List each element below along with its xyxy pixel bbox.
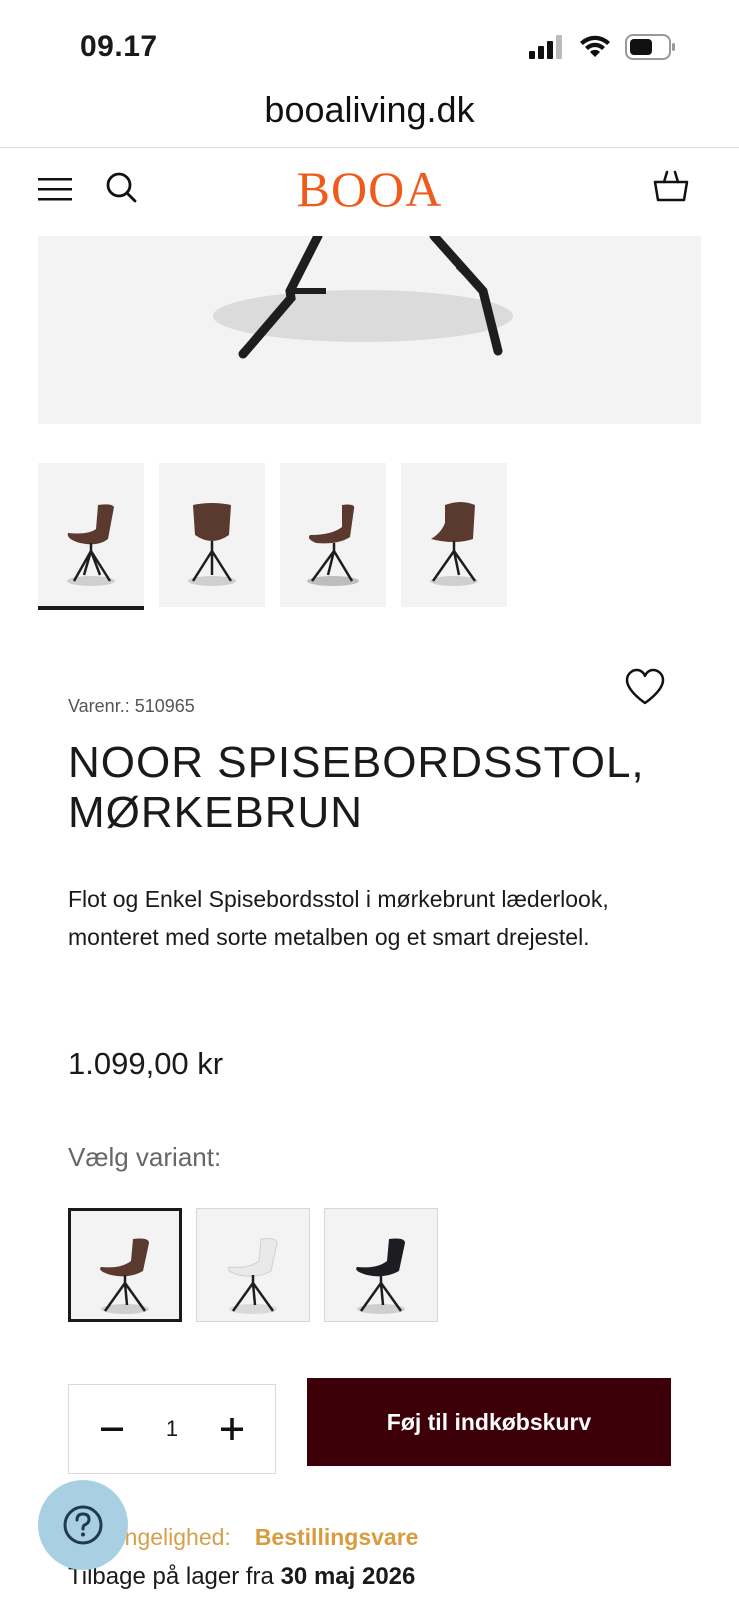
increase-quantity-button[interactable] (217, 1412, 247, 1446)
chair-legs-image (213, 236, 513, 359)
battery-icon (625, 34, 675, 60)
thumbnail-gallery (38, 463, 507, 610)
variant-selector (68, 1208, 438, 1322)
plus-icon (221, 1418, 243, 1440)
chair-icon (356, 1238, 405, 1314)
restock-date: 30 maj 2026 (280, 1563, 416, 1590)
thumbnail-4[interactable] (401, 463, 507, 607)
chair-icon (307, 504, 359, 586)
booa-logo[interactable]: BOOA (0, 160, 739, 218)
thumbnail-3[interactable] (280, 463, 386, 607)
product-description: Flot og Enkel Spisebordsstol i mørkebrun… (68, 886, 609, 950)
chair-icon (100, 1238, 149, 1314)
status-bar: 09.17 (0, 0, 739, 90)
decrease-quantity-button[interactable] (97, 1412, 127, 1446)
quantity-value[interactable]: 1 (166, 1416, 178, 1442)
product-title: NOOR SPISEBORDSSTOL, MØRKEBRUN (68, 738, 645, 837)
variant-label: Vælg variant: (68, 1142, 222, 1172)
product-price: 1.099,00 kr (68, 1046, 224, 1081)
variant-black[interactable] (324, 1208, 438, 1322)
product-sku: Varenr.: 510965 (68, 696, 195, 716)
site-header: BOOA (0, 148, 739, 234)
chair-icon (67, 504, 115, 586)
variant-dark-brown[interactable] (68, 1208, 182, 1322)
chair-icon (430, 502, 478, 586)
thumbnail-2[interactable] (159, 463, 265, 607)
status-time: 09.17 (80, 30, 158, 63)
status-icons (529, 34, 677, 60)
help-button[interactable] (38, 1480, 128, 1570)
heart-icon[interactable] (624, 668, 666, 706)
restock-info: Tilbage på lager fra 30 maj 2026 (68, 1563, 415, 1591)
chair-icon (227, 1238, 278, 1314)
variant-swatch-2 (356, 1238, 405, 1277)
availability-value: Bestillingsvare (254, 1524, 419, 1550)
restock-prefix: Tilbage på lager fra (68, 1563, 281, 1590)
add-to-cart-button[interactable]: Føj til indkøbskurv (307, 1378, 671, 1466)
variant-white[interactable] (196, 1208, 310, 1322)
variant-swatch-1 (227, 1238, 278, 1277)
wifi-icon (580, 35, 610, 57)
chair-icon (188, 503, 236, 586)
variant-swatch-0 (100, 1238, 149, 1277)
product-main-image[interactable] (38, 236, 701, 424)
thumbnail-1[interactable] (38, 463, 144, 610)
quantity-stepper: 1 (68, 1384, 276, 1474)
signal-icon (529, 35, 562, 59)
minus-icon (101, 1427, 123, 1431)
basket-icon[interactable] (653, 168, 689, 204)
url-text: booaliving.dk (264, 89, 475, 130)
question-icon (63, 1505, 103, 1545)
address-bar[interactable]: booaliving.dk (0, 82, 739, 148)
